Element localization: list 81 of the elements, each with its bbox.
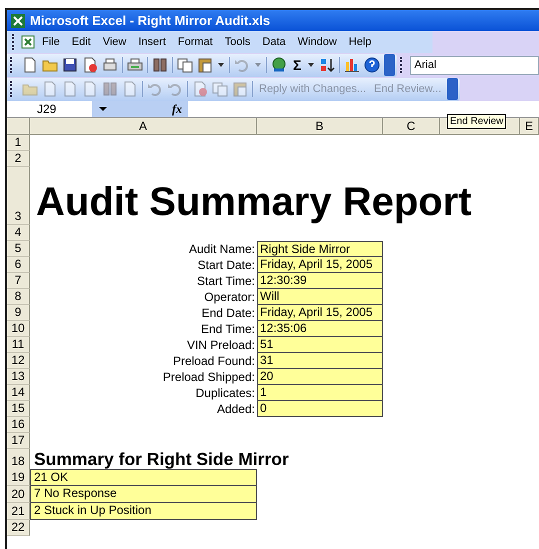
field-label: End Time: <box>200 321 256 337</box>
field-label: Start Date: <box>196 257 256 273</box>
field-value-cell[interactable]: Friday, April 15, 2005 <box>257 257 383 273</box>
row-header[interactable]: 20 <box>7 486 30 503</box>
field-label: VIN Preload: <box>186 337 256 353</box>
row-header[interactable]: 1 <box>7 135 30 151</box>
toolbar-options-button[interactable] <box>447 78 458 100</box>
row-header[interactable]: 15 <box>7 401 30 417</box>
field-label: Operator: <box>203 289 256 305</box>
spreadsheet-icon[interactable] <box>20 34 36 50</box>
menu-item[interactable]: Tools <box>218 36 256 48</box>
field-label: Added: <box>216 401 256 417</box>
menu-item[interactable]: Format <box>172 36 219 48</box>
column-header[interactable]: C <box>383 118 440 135</box>
font-name-field[interactable]: Arial <box>410 56 539 74</box>
menu-item[interactable]: Insert <box>132 36 172 48</box>
field-value-cell[interactable]: 31 <box>257 353 383 369</box>
document-icon[interactable] <box>82 57 98 73</box>
field-value-cell[interactable]: 51 <box>257 337 383 353</box>
field-value-cell[interactable]: 20 <box>257 369 383 385</box>
column-header[interactable]: E <box>520 118 539 135</box>
autosum-button[interactable]: Σ <box>291 57 304 73</box>
row-header[interactable]: 18 <box>7 449 30 470</box>
row-header[interactable]: 3 <box>7 167 30 225</box>
row-header[interactable]: 14 <box>7 385 30 401</box>
menu-item[interactable]: Data <box>256 36 292 48</box>
bar-chart-icon[interactable] <box>344 57 360 73</box>
row-header[interactable]: 5 <box>7 241 30 257</box>
field-value-cell[interactable]: 12:30:39 <box>257 273 383 289</box>
column-header[interactable]: B <box>257 118 383 135</box>
section-heading: Summary for Right Side Mirror <box>33 449 290 470</box>
row-header[interactable]: 6 <box>7 257 30 273</box>
row-header[interactable]: 16 <box>7 417 30 433</box>
row-header[interactable]: 12 <box>7 353 30 369</box>
menu-item[interactable]: Help <box>342 36 378 48</box>
row-header[interactable]: 21 <box>7 503 30 520</box>
copy-icon[interactable] <box>177 57 193 73</box>
field-label: End Date: <box>200 305 256 321</box>
row-header[interactable]: 13 <box>7 369 30 385</box>
field-label: Audit Name: <box>188 241 256 257</box>
field-value-cell[interactable]: 1 <box>257 385 383 401</box>
row-header[interactable]: 19 <box>7 469 30 486</box>
sort-ascending-icon[interactable] <box>319 57 336 73</box>
row-header[interactable]: 22 <box>7 520 30 536</box>
select-all-corner[interactable] <box>7 118 30 135</box>
menu-item[interactable]: View <box>96 36 132 48</box>
menu-item[interactable]: Edit <box>66 36 97 48</box>
field-value-cell[interactable]: 12:35:06 <box>257 321 383 337</box>
tooltip: End Review <box>447 114 506 129</box>
report-title: Audit Summary Report <box>35 179 473 225</box>
summary-cell[interactable]: 7 No Response <box>30 486 257 503</box>
field-label: Preload Shipped: <box>162 369 256 385</box>
summary-cell[interactable]: 21 OK <box>30 469 257 486</box>
row-header[interactable]: 8 <box>7 289 30 305</box>
field-label: Start Time: <box>196 273 256 289</box>
toolbar-options-button[interactable] <box>384 54 396 76</box>
row-header[interactable]: 17 <box>7 433 30 449</box>
field-label: Preload Found: <box>172 353 256 369</box>
help-icon[interactable] <box>364 57 380 73</box>
window-title: Microsoft Excel - Right Mirror Audit.xls <box>30 13 270 28</box>
menu-item[interactable]: File <box>36 36 66 48</box>
printer-icon[interactable] <box>127 57 143 73</box>
field-value-cell[interactable]: 0 <box>257 401 383 417</box>
row-header[interactable]: 4 <box>7 225 30 241</box>
field-value-cell[interactable]: Right Side Mirror <box>257 241 383 257</box>
row-header[interactable]: 2 <box>7 151 30 167</box>
menu-item[interactable]: Window <box>292 36 343 48</box>
printer-icon[interactable] <box>102 57 118 73</box>
insert-function-button[interactable]: fx <box>152 101 188 117</box>
spreadsheet-icon[interactable] <box>10 12 26 28</box>
row-header[interactable]: 11 <box>7 337 30 353</box>
clipboard-icon[interactable] <box>197 57 213 73</box>
field-value-cell[interactable]: Friday, April 15, 2005 <box>257 305 383 321</box>
row-header[interactable]: 7 <box>7 273 30 289</box>
column-header[interactable]: A <box>30 118 257 135</box>
field-value-cell[interactable]: Will <box>257 289 383 305</box>
field-label: Duplicates: <box>194 385 256 401</box>
row-header[interactable]: 10 <box>7 321 30 337</box>
document-icon[interactable] <box>22 57 38 73</box>
summary-cell[interactable]: 2 Stuck in Up Position <box>30 503 257 520</box>
row-header[interactable]: 9 <box>7 305 30 321</box>
